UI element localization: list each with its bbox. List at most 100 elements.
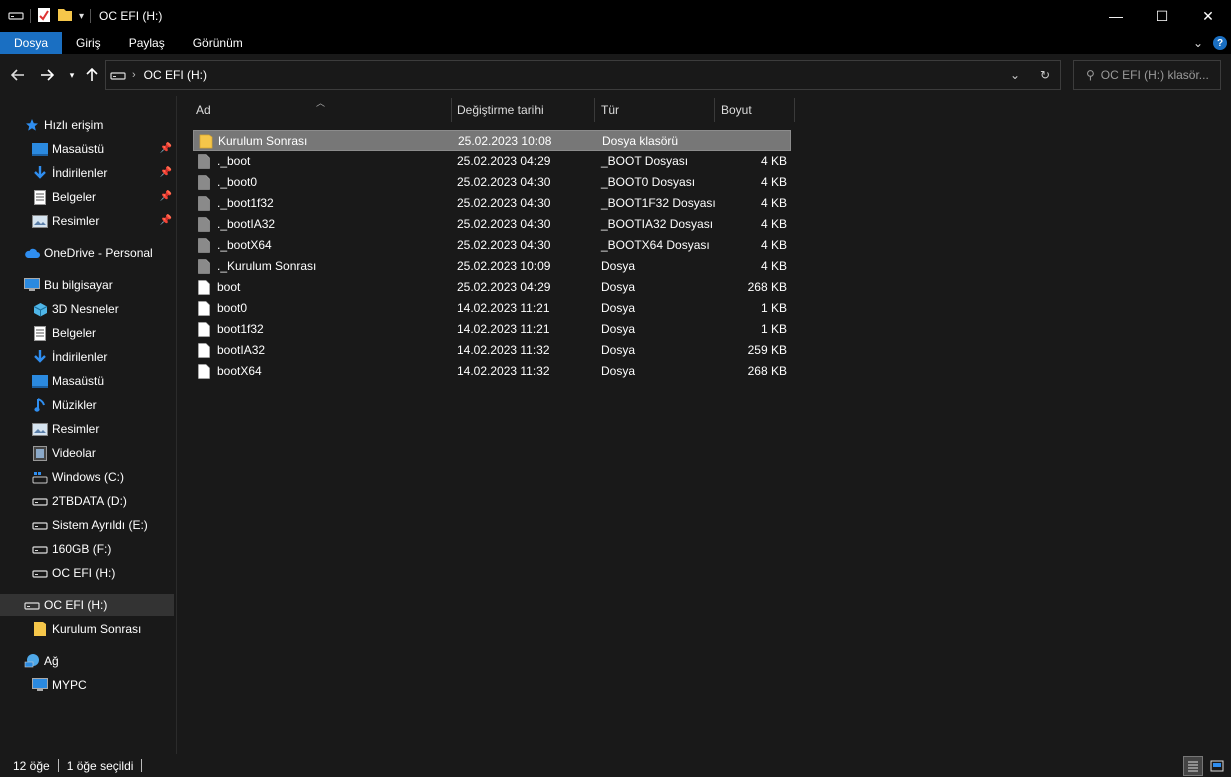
column-divider[interactable] — [594, 98, 595, 122]
hidden-file-icon — [198, 238, 211, 253]
sidebar-item-drive-e[interactable]: Sistem Ayrıldı (E:) — [0, 514, 174, 536]
table-row[interactable]: bootX64 14.02.2023 11:32 Dosya 268 KB — [193, 361, 791, 382]
address-history-chevron-icon[interactable]: ⌄ — [1000, 61, 1030, 89]
sidebar-item-drive-d[interactable]: 2TBDATA (D:) — [0, 490, 174, 512]
file-date: 25.02.2023 04:30 — [457, 175, 551, 189]
sidebar-item-network[interactable]: Ağ — [0, 650, 174, 672]
search-box[interactable]: ⚲ — [1073, 60, 1221, 90]
refresh-icon[interactable]: ↻ — [1030, 61, 1060, 89]
file-name: ._bootIA32 — [217, 217, 276, 231]
sidebar-item-documents-pinned[interactable]: Belgeler 📌 — [0, 186, 174, 208]
file-name: boot0 — [217, 301, 248, 315]
close-button[interactable]: ✕ — [1185, 0, 1231, 32]
pin-icon[interactable]: 📌 — [160, 215, 172, 226]
file-name: ._bootX64 — [217, 238, 272, 252]
table-row[interactable]: ._boot0 25.02.2023 04:30 _BOOT0 Dosyası 4 K… — [193, 172, 791, 193]
table-row[interactable]: ._bootIA32 25.02.2023 04:30 _BOOTIA32 Dosy… — [193, 214, 791, 235]
large-icons-view-icon[interactable] — [1207, 756, 1227, 776]
properties-icon[interactable] — [37, 7, 51, 26]
table-row[interactable]: bootIA32 14.02.2023 11:32 Dosya 259 KB — [193, 340, 791, 361]
file-date: 14.02.2023 11:21 — [457, 301, 550, 315]
file-type: Dosya — [601, 259, 636, 273]
file-date: 14.02.2023 11:32 — [457, 364, 550, 378]
table-row[interactable]: ._boot 25.02.2023 04:29 _BOOT Dosyası 4 KB — [193, 151, 791, 172]
download-icon — [32, 349, 48, 365]
hidden-file-icon — [198, 217, 211, 232]
up-button[interactable] — [83, 64, 101, 86]
tab-view[interactable]: Görünüm — [179, 32, 257, 54]
sidebar-item-label: Hızlı erişim — [44, 118, 104, 132]
drive-icon — [32, 517, 48, 533]
sidebar-item-onedrive[interactable]: OneDrive - Personal — [0, 242, 174, 264]
pin-icon[interactable]: 📌 — [160, 191, 172, 202]
sidebar-item-desktop[interactable]: Masaüstü — [0, 370, 174, 392]
column-divider[interactable] — [714, 98, 715, 122]
tab-file[interactable]: Dosya — [0, 32, 63, 54]
sidebar-item-downloads-pinned[interactable]: İndirilenler 📌 — [0, 162, 174, 184]
network-icon — [24, 653, 40, 669]
sort-ascending-icon: ︿ — [316, 98, 326, 108]
file-size: 1 KB — [760, 322, 787, 336]
column-divider[interactable] — [794, 98, 795, 122]
minimize-button[interactable]: — — [1093, 0, 1139, 32]
sidebar-item-quick-access[interactable]: Hızlı erişim — [0, 114, 174, 136]
tab-share[interactable]: Paylaş — [115, 32, 179, 54]
file-icon — [198, 364, 211, 379]
column-header-name[interactable]: Ad — [196, 96, 211, 124]
tab-home[interactable]: Giriş — [62, 32, 115, 54]
table-row[interactable]: ._bootX64 25.02.2023 04:30 _BOOTX64 Dosyas… — [193, 235, 791, 256]
table-row[interactable]: boot1f32 14.02.2023 11:21 Dosya 1 KB — [193, 319, 791, 340]
help-icon[interactable]: ? — [1213, 36, 1227, 50]
sidebar-item-label: Sistem Ayrıldı (E:) — [52, 518, 148, 532]
sidebar-item-desktop-pinned[interactable]: Masaüstü 📌 — [0, 138, 174, 160]
toolbar-divider — [30, 9, 31, 23]
sidebar-item-label: OC EFI (H:) — [52, 566, 116, 580]
column-divider[interactable] — [451, 98, 452, 122]
back-button[interactable] — [9, 64, 27, 86]
hidden-file-icon — [198, 175, 211, 190]
sidebar-item-downloads[interactable]: İndirilenler — [0, 346, 174, 368]
sidebar-item-pictures[interactable]: Resimler — [0, 418, 174, 440]
table-row[interactable]: ._boot1f32 25.02.2023 04:30 _BOOT1F32 Dosy… — [193, 193, 791, 214]
column-header-date[interactable]: Değiştirme tarihi — [457, 96, 544, 124]
pin-icon[interactable]: 📌 — [160, 143, 172, 154]
customize-toolbar-chevron-icon[interactable]: ▾ — [79, 11, 84, 22]
pin-icon[interactable]: 📌 — [160, 167, 172, 178]
file-size: 4 KB — [760, 154, 787, 168]
recent-locations-chevron-icon[interactable]: ▾ — [63, 64, 81, 86]
sidebar-item-kurulum-sonrasi[interactable]: Kurulum Sonrası — [0, 618, 174, 640]
folder-icon — [199, 134, 213, 149]
table-row[interactable]: Kurulum Sonrası 25.02.2023 10:08 Dosya kla… — [193, 130, 791, 151]
hidden-file-icon — [198, 154, 211, 169]
column-header-type[interactable]: Tür — [601, 96, 619, 124]
sidebar-item-label: OneDrive - Personal — [44, 246, 153, 260]
forward-button[interactable] — [38, 64, 56, 86]
sidebar-item-drive-c[interactable]: Windows (C:) — [0, 466, 174, 488]
sidebar-item-pictures-pinned[interactable]: Resimler 📌 — [0, 210, 174, 232]
download-icon — [32, 165, 48, 181]
breadcrumb-location[interactable]: OC EFI (H:) — [144, 68, 207, 82]
sidebar-item-drive-f[interactable]: 160GB (F:) — [0, 538, 174, 560]
sidebar-item-music[interactable]: Müzikler — [0, 394, 174, 416]
expand-ribbon-chevron-icon[interactable]: ⌄ — [1193, 36, 1203, 50]
file-type: Dosya — [601, 343, 636, 357]
sidebar-item-documents[interactable]: Belgeler — [0, 322, 174, 344]
maximize-button[interactable]: ☐ — [1139, 0, 1185, 32]
address-bar[interactable]: › OC EFI (H:) ⌄ ↻ — [105, 60, 1061, 90]
sidebar-item-drive-h[interactable]: OC EFI (H:) — [0, 562, 174, 584]
column-header-size[interactable]: Boyut — [721, 96, 752, 124]
search-input[interactable] — [1100, 68, 1211, 82]
sidebar-item-3d-objects[interactable]: 3D Nesneler — [0, 298, 174, 320]
sidebar-item-label: İndirilenler — [52, 350, 108, 364]
sidebar-item-videos[interactable]: Videolar — [0, 442, 174, 464]
new-folder-icon[interactable] — [57, 7, 73, 26]
details-view-icon[interactable] — [1183, 755, 1203, 776]
table-row[interactable]: boot 25.02.2023 04:29 Dosya 268 KB — [193, 277, 791, 298]
sidebar-item-label: Müzikler — [52, 398, 97, 412]
sidebar-item-mypc[interactable]: MYPC — [0, 674, 174, 696]
table-row[interactable]: ._Kurulum Sonrası 25.02.2023 10:09 Dosya 4 … — [193, 256, 791, 277]
table-row[interactable]: boot0 14.02.2023 11:21 Dosya 1 KB — [193, 298, 791, 319]
breadcrumb-chevron-icon[interactable]: › — [132, 69, 136, 81]
sidebar-item-selected-drive[interactable]: OC EFI (H:) — [0, 594, 174, 616]
sidebar-item-this-pc[interactable]: Bu bilgisayar — [0, 274, 174, 296]
